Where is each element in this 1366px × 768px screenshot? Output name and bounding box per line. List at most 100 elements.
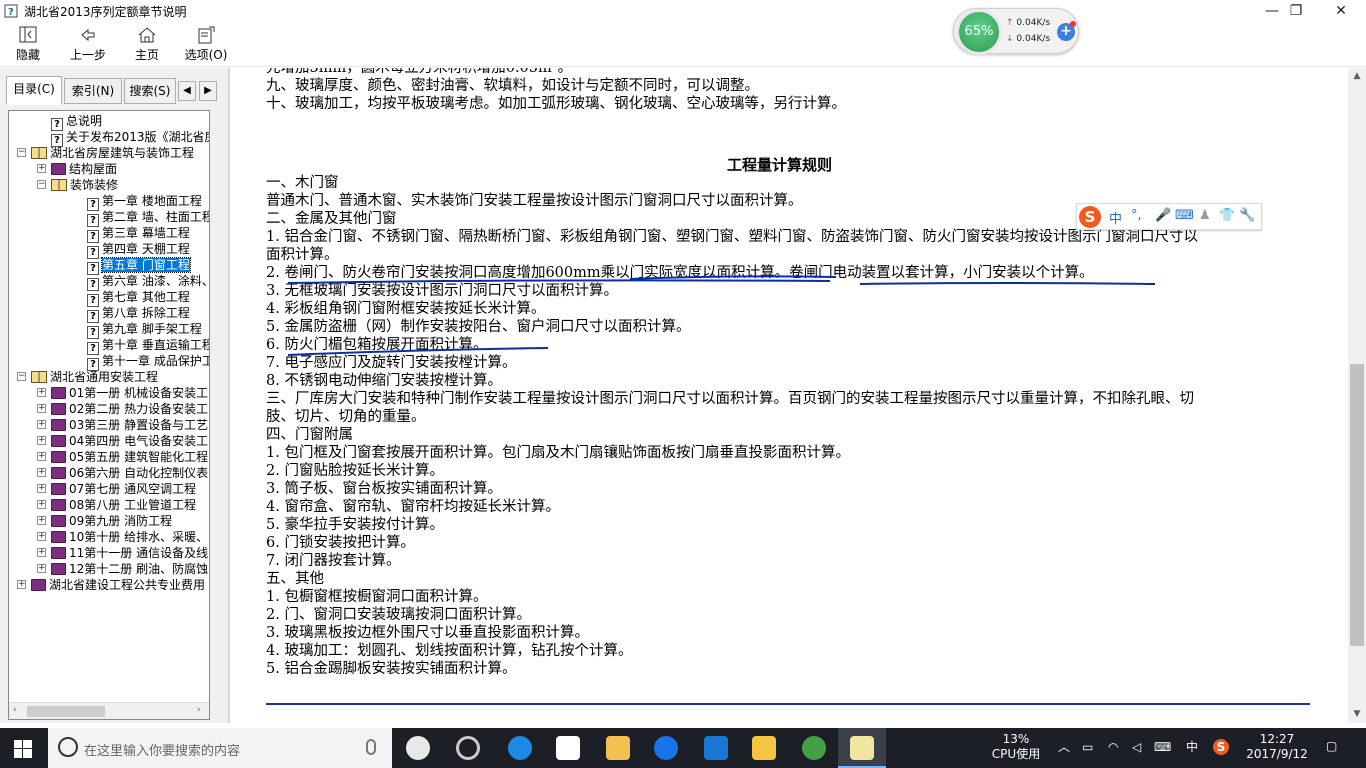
expand-plus-icon[interactable]: + (37, 436, 46, 445)
tree-item[interactable]: ? 第三章 幕墙工程 (87, 225, 190, 243)
scroll-down-arrow-icon[interactable]: ▼ (1348, 706, 1366, 723)
home-button[interactable]: 主页 (132, 24, 162, 66)
tree-item[interactable]: +05第五册 建筑智能化工程 (37, 449, 208, 465)
tree-item[interactable]: ? 第五章 门窗工程 (87, 257, 191, 275)
tab-contents[interactable]: 目录(C) (6, 76, 62, 105)
ime-voice-icon[interactable]: 🎤 (1155, 208, 1171, 223)
taskbar-app-plus[interactable] (692, 728, 740, 768)
cortana-icon[interactable] (58, 737, 78, 757)
taskbar-app-notes[interactable] (740, 728, 788, 768)
tree-item[interactable]: ? 第四章 天棚工程 (87, 241, 190, 259)
tab-search[interactable]: 搜索(S) (124, 78, 176, 104)
ime-settings-wrench-icon[interactable]: 🔧 (1239, 208, 1255, 223)
content-scroll-thumb[interactable] (1350, 364, 1364, 646)
taskbar-app-edge[interactable] (496, 728, 544, 768)
tree-item[interactable]: ? 第九章 脚手架工程 (87, 321, 202, 339)
scroll-left-arrow-icon[interactable]: ‹ (13, 705, 17, 715)
wifi-icon[interactable]: ◠ (1108, 740, 1118, 755)
ime-keyboard-icon[interactable]: ⌨ (1175, 208, 1194, 223)
battery-icon[interactable]: ▭ (1082, 740, 1093, 755)
tree-item[interactable]: − 装饰装修 (37, 177, 118, 193)
tree-item[interactable]: +08第八册 工业管道工程 (37, 497, 196, 513)
network-speed-widget[interactable]: 65% ↑ 0.04K/s ↓ 0.04K/s + (953, 8, 1079, 55)
tree-item[interactable]: ?第六章 油漆、涂料、裱 (87, 273, 209, 291)
memory-usage-gauge[interactable]: 65% (956, 9, 1002, 55)
tab-index[interactable]: 索引(N) (64, 78, 122, 104)
windows-start-icon[interactable] (14, 740, 32, 758)
scroll-up-arrow-icon[interactable]: ▲ (1348, 68, 1366, 85)
tree-item[interactable]: + 湖北省建设工程公共专业费用 (17, 577, 205, 593)
expand-plus-icon[interactable]: + (37, 484, 46, 493)
taskbar-app-edge-legacy[interactable] (444, 728, 492, 768)
cpu-usage[interactable]: 13% CPU使用 (990, 732, 1042, 762)
tree-item[interactable]: ?关于发布2013版《湖北省房屋 (51, 129, 209, 147)
microphone-icon[interactable] (366, 739, 376, 755)
tree-item[interactable]: ?第十章 垂直运输工程B (87, 337, 209, 355)
taskbar-app-green[interactable] (790, 728, 838, 768)
tree-item[interactable]: +02第二册 热力设备安装工 (37, 401, 208, 417)
tree-item[interactable]: +01第一册 机械设备安装工 (37, 385, 208, 401)
ime-punctuation-toggle[interactable]: °, (1131, 208, 1142, 223)
volume-icon[interactable]: ◁ (1132, 740, 1141, 755)
taskbar-app-g[interactable] (642, 728, 690, 768)
taskbar-app-explorer[interactable] (594, 728, 642, 768)
back-button[interactable]: 上一步 (66, 24, 110, 66)
expand-plus-icon[interactable]: + (37, 500, 46, 509)
taskbar-app-pinwheel[interactable] (394, 728, 442, 768)
tree-item[interactable]: +12第十二册 刷油、防腐蚀 (37, 561, 208, 577)
expand-plus-icon[interactable]: + (37, 516, 46, 525)
scroll-right-arrow-icon[interactable]: › (197, 705, 201, 715)
expand-plus-icon[interactable]: + (37, 452, 46, 461)
expand-plus-icon[interactable]: + (37, 468, 46, 477)
expand-plus-icon[interactable]: + (37, 164, 46, 173)
tree-item[interactable]: +07第七册 通风空调工程 (37, 481, 196, 497)
options-button[interactable]: 选项(O) (183, 24, 229, 66)
ime-mode-toggle[interactable]: 中 (1109, 208, 1122, 227)
tree-scroll-thumb[interactable] (27, 706, 105, 717)
sogou-tray-icon[interactable]: S (1213, 739, 1229, 755)
taskbar-app-help-active[interactable] (838, 728, 886, 768)
taskbar-app-store[interactable] (544, 728, 592, 768)
tab-scroll-left-icon[interactable]: ◀ (178, 81, 196, 101)
ime-user-icon[interactable]: ♟ (1199, 208, 1211, 223)
tree-item[interactable]: +10第十册 给排水、采暖、 (37, 529, 208, 545)
expand-plus-icon[interactable]: + (17, 580, 26, 589)
expand-plus-icon[interactable]: + (37, 564, 46, 573)
expand-plus-icon[interactable]: + (37, 420, 46, 429)
maximize-button[interactable]: ❐ (1273, 0, 1319, 22)
tree-item[interactable]: +04第四册 电气设备安装工 (37, 433, 208, 449)
tree-item[interactable]: +09第九册 消防工程 (37, 513, 172, 529)
tree-item[interactable]: ? 第七章 其他工程 (87, 289, 190, 307)
ime-skin-icon[interactable]: 👕 (1219, 208, 1235, 223)
tree-item[interactable]: +11第十一册 通信设备及线 (37, 545, 208, 561)
expand-plus-icon[interactable]: + (37, 548, 46, 557)
touch-keyboard-icon[interactable]: ⌨ (1154, 740, 1171, 755)
tree-item[interactable]: ?第十一章 成品保护工程 (87, 353, 209, 371)
tab-scroll-right-icon[interactable]: ▶ (199, 81, 217, 101)
input-language[interactable]: 中 (1186, 740, 1198, 755)
contents-tree[interactable]: ?总说明?关于发布2013版《湖北省房屋 − 湖北省房屋建筑与装饰工程 + 结构屋面 − 装… (8, 110, 210, 720)
collapse-minus-icon[interactable]: − (17, 372, 26, 381)
tree-item[interactable]: − 湖北省房屋建筑与装饰工程 (17, 145, 194, 161)
expand-plus-icon[interactable]: + (37, 388, 46, 397)
tree-item[interactable]: + 结构屋面 (37, 161, 117, 177)
tree-item[interactable]: ? 第二章 墙、柱面工程 (87, 209, 209, 227)
tree-item[interactable]: +03第三册 静置设备与工艺 (37, 417, 208, 433)
hide-button[interactable]: 隐藏 (8, 24, 48, 66)
tree-item[interactable]: − 湖北省通用安装工程 (17, 369, 158, 385)
expand-plus-icon[interactable]: + (37, 532, 46, 541)
tree-item[interactable]: ? 第八章 拆除工程 (87, 305, 190, 323)
search-input[interactable]: 在这里输入你要搜索的内容 (84, 740, 240, 759)
collapse-minus-icon[interactable]: − (37, 180, 46, 189)
collapse-minus-icon[interactable]: − (17, 148, 26, 157)
tree-item[interactable]: ? 第一章 楼地面工程 (87, 193, 202, 211)
clock[interactable]: 12:27 2017/9/12 (1244, 732, 1310, 762)
tree-item[interactable]: ? 总说明 (51, 113, 102, 131)
expand-plus-icon[interactable]: + (37, 404, 46, 413)
action-center-icon[interactable]: ▢ (1326, 739, 1337, 754)
close-button[interactable]: ✕ (1318, 0, 1364, 22)
content-vertical-scrollbar[interactable]: ▲ ▼ (1348, 68, 1366, 723)
sogou-logo-icon[interactable]: S (1079, 206, 1101, 228)
taskbar-search-box[interactable]: 在这里输入你要搜索的内容 (48, 728, 392, 768)
tree-item[interactable]: +06第六册 自动化控制仪表 (37, 465, 208, 481)
